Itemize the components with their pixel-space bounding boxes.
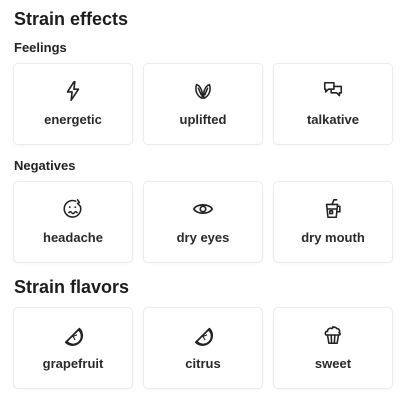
strain-flavors-title: Strain flavors	[14, 277, 130, 297]
negatives-heading: Negatives	[14, 158, 76, 173]
strain-effects-title: Strain effects	[14, 9, 129, 29]
negatives-row: headache dry eyes dry mouth	[14, 182, 398, 264]
negative-label: headache	[43, 230, 103, 245]
drink-cup-icon	[322, 198, 344, 220]
eye-icon	[192, 198, 214, 220]
effect-card-energetic[interactable]: energetic	[14, 64, 132, 144]
feelings-row: energetic uplifted talkative	[14, 64, 398, 146]
headache-face-icon	[62, 198, 84, 220]
effect-card-uplifted[interactable]: uplifted	[144, 64, 262, 144]
flavor-card-grapefruit[interactable]: grapefruit	[14, 308, 132, 388]
citrus-slice-icon	[192, 324, 214, 346]
negative-label: dry eyes	[176, 230, 230, 245]
flavor-card-citrus[interactable]: citrus	[144, 308, 262, 388]
negative-card-headache[interactable]: headache	[14, 182, 132, 262]
flavors-row: grapefruit citrus sweet	[14, 308, 398, 390]
cupcake-icon	[322, 324, 344, 346]
negative-card-dry-mouth[interactable]: dry mouth	[274, 182, 392, 262]
effect-card-talkative[interactable]: talkative	[274, 64, 392, 144]
effect-label: uplifted	[179, 112, 227, 127]
lightning-bolt-icon	[62, 80, 84, 102]
leaves-icon	[192, 80, 214, 102]
flavor-label: sweet	[314, 356, 352, 371]
grapefruit-slice-icon	[62, 324, 84, 346]
negative-label: dry mouth	[301, 230, 365, 245]
flavor-label: citrus	[185, 356, 221, 371]
effect-label: energetic	[44, 112, 102, 127]
negative-card-dry-eyes[interactable]: dry eyes	[144, 182, 262, 262]
effect-label: talkative	[306, 112, 360, 127]
chat-bubbles-icon	[322, 80, 344, 102]
strain-panel: Strain effects Feelings energetic uplift…	[14, 8, 398, 390]
flavor-card-sweet[interactable]: sweet	[274, 308, 392, 388]
flavor-label: grapefruit	[42, 356, 104, 371]
feelings-heading: Feelings	[14, 40, 67, 55]
